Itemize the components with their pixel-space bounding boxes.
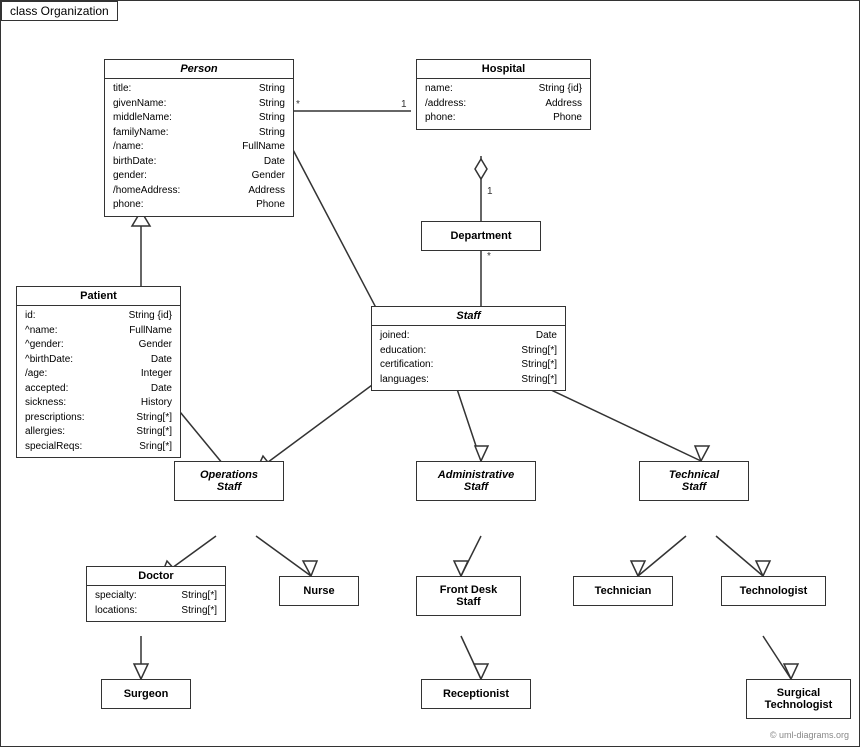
technician-class: Technician [573,576,673,606]
person-class: Person title:String givenName:String mid… [104,59,294,217]
technician-title: Technician [574,582,672,600]
patient-attrs: id:String {id} ^name:FullName ^gender:Ge… [17,306,180,457]
operations-staff-class: OperationsStaff [174,461,284,501]
administrative-staff-title: AdministrativeStaff [417,466,535,496]
department-title: Department [422,227,540,245]
surgical-technologist-class: SurgicalTechnologist [746,679,851,719]
mult-hospital-dept: 1 [487,186,493,197]
front-desk-class: Front DeskStaff [416,576,521,616]
patient-class: Patient id:String {id} ^name:FullName ^g… [16,286,181,458]
doctor-title: Doctor [87,567,225,586]
nurse-class: Nurse [279,576,359,606]
receptionist-title: Receptionist [422,685,530,703]
hospital-class: Hospital name:String {id} /address:Addre… [416,59,591,130]
surgeon-class: Surgeon [101,679,191,709]
person-attrs: title:String givenName:String middleName… [105,79,293,216]
surgeon-title: Surgeon [102,685,190,703]
watermark: © uml-diagrams.org [770,730,849,740]
doctor-class: Doctor specialty:String[*] locations:Str… [86,566,226,622]
technical-staff-class: TechnicalStaff [639,461,749,501]
front-desk-title: Front DeskStaff [417,581,520,611]
diagram-container: class Organization [0,0,860,747]
administrative-staff-class: AdministrativeStaff [416,461,536,501]
technologist-class: Technologist [721,576,826,606]
department-class: Department [421,221,541,251]
operations-staff-title: OperationsStaff [175,466,283,496]
hospital-attrs: name:String {id} /address:Address phone:… [417,79,590,129]
technologist-title: Technologist [722,582,825,600]
person-title: Person [105,60,293,79]
staff-attrs: joined:Date education:String[*] certific… [372,326,565,390]
technical-staff-title: TechnicalStaff [640,466,748,496]
mult-dept-star: * [487,251,491,262]
mult-person-hospital-left: * [296,99,300,110]
mult-person-hospital-right: 1 [401,99,407,110]
staff-class: Staff joined:Date education:String[*] ce… [371,306,566,391]
staff-title: Staff [372,307,565,326]
diagram-title: class Organization [1,1,118,21]
doctor-attrs: specialty:String[*] locations:String[*] [87,586,225,621]
patient-title: Patient [17,287,180,306]
nurse-title: Nurse [280,582,358,600]
receptionist-class: Receptionist [421,679,531,709]
surgical-technologist-title: SurgicalTechnologist [747,684,850,714]
hospital-title: Hospital [417,60,590,79]
